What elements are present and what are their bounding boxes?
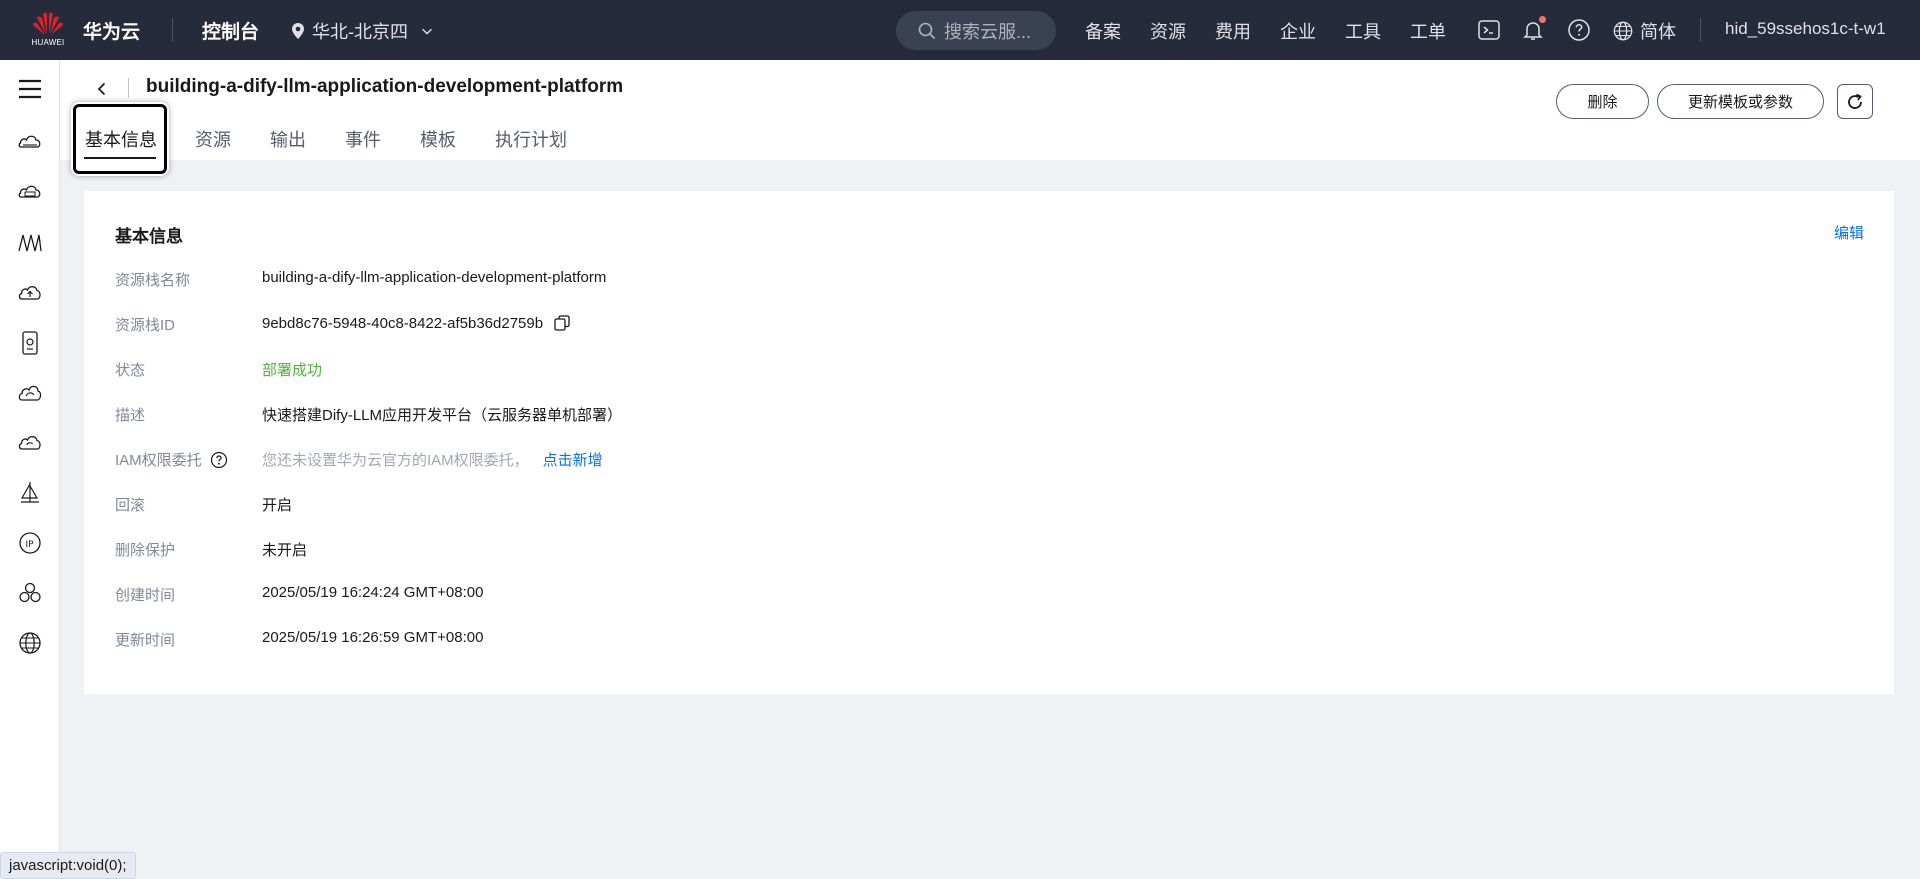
description-value: 快速搭建Dify-LLM应用开发平台（云服务器单机部署） (262, 407, 623, 424)
cloud-sync-icon[interactable] (16, 429, 44, 457)
console-link[interactable]: 控制台 (202, 17, 259, 44)
tab-template[interactable]: 模板 (420, 126, 456, 152)
info-label: 资源栈名称 (115, 272, 191, 289)
info-row-stack-name: 资源栈名称 building-a-dify-llm-application-de… (115, 269, 1815, 291)
menu-icon[interactable] (16, 75, 44, 103)
info-row-iam-delegation: IAM权限委托 您还未设置华为云官方的IAM权限委托， 点击新增 (115, 449, 1815, 471)
huawei-logo[interactable]: HUAWEI (30, 10, 66, 50)
info-row-updated-time: 更新时间 2025/05/19 16:26:59 GMT+08:00 (115, 629, 1815, 651)
edit-link[interactable]: 编辑 (1834, 222, 1864, 243)
add-delegation-link[interactable]: 点击新增 (543, 449, 603, 470)
refresh-button[interactable] (1837, 84, 1873, 119)
info-row-status: 状态 部署成功 (115, 359, 1815, 381)
service-sidebar: IP (0, 60, 60, 879)
language-label: 简体 (1640, 22, 1676, 42)
cloud-shell-icon[interactable] (1476, 17, 1502, 43)
logo-text: HUAWEI (31, 38, 65, 47)
info-label: 更新时间 (115, 632, 176, 649)
chevron-down-icon (422, 28, 432, 35)
region-selector[interactable]: 华北-北京四 (290, 18, 434, 44)
deletion-protection-value: 未开启 (262, 542, 308, 559)
globe-icon[interactable] (16, 629, 44, 657)
notification-dot (1539, 16, 1546, 23)
info-row-description: 描述 快速搭建Dify-LLM应用开发平台（云服务器单机部署） (115, 404, 1815, 426)
update-template-button[interactable]: 更新模板或参数 (1657, 84, 1824, 119)
update-button-label: 更新模板或参数 (1687, 94, 1793, 111)
back-icon[interactable] (90, 77, 114, 101)
search-placeholder: 搜索云服... (944, 21, 1032, 42)
huawei-petal-icon (33, 12, 63, 35)
region-label: 华北-北京四 (312, 22, 408, 42)
nav-billing[interactable]: 费用 (1215, 18, 1251, 44)
ip-icon[interactable]: IP (16, 529, 44, 557)
location-pin-icon (292, 23, 304, 39)
info-label: 回滚 (115, 497, 146, 514)
storage-icon[interactable] (16, 329, 44, 357)
stack-id-value: 9ebd8c76-5948-40c8-8422-af5b36d2759b (262, 314, 544, 332)
info-label: IAM权限委托 (115, 452, 202, 469)
status-url: javascript:void(0); (9, 857, 127, 874)
copy-icon[interactable] (553, 314, 571, 332)
server-box-icon[interactable] (16, 179, 44, 207)
nav-tools[interactable]: 工具 (1345, 18, 1381, 44)
info-row-deletion-protection: 删除保护 未开启 (115, 539, 1815, 561)
page-header: building-a-dify-llm-application-developm… (60, 60, 1920, 174)
info-row-rollback: 回滚 开启 (115, 494, 1815, 516)
search-box[interactable]: 搜索云服... (896, 11, 1056, 50)
nav-resources[interactable]: 资源 (1150, 18, 1186, 44)
card-title: 基本信息 (115, 227, 183, 246)
cloud-icon[interactable] (16, 379, 44, 407)
updated-time-value: 2025/05/19 16:26:59 GMT+08:00 (262, 629, 484, 646)
stack-id-value-wrap: 9ebd8c76-5948-40c8-8422-af5b36d2759b (262, 314, 571, 332)
info-label: 创建时间 (115, 587, 176, 604)
iam-delegation-notice: 您还未设置华为云官方的IAM权限委托， (262, 452, 529, 469)
delete-button[interactable]: 删除 (1556, 84, 1649, 119)
cloud-upload-icon[interactable] (16, 279, 44, 307)
network-icon[interactable] (16, 229, 44, 257)
nav-tickets[interactable]: 工单 (1410, 18, 1446, 44)
status-value: 部署成功 (262, 362, 323, 379)
page-title: building-a-dify-llm-application-developm… (146, 76, 624, 97)
created-time-value: 2025/05/19 16:24:24 GMT+08:00 (262, 584, 484, 601)
refresh-icon (1848, 93, 1862, 109)
nav-enterprise[interactable]: 企业 (1280, 18, 1316, 44)
tab-resources[interactable]: 资源 (195, 126, 231, 152)
nav-beian[interactable]: 备案 (1085, 18, 1121, 44)
header-divider (172, 18, 173, 42)
rollback-value: 开启 (262, 497, 293, 514)
header-divider (1700, 18, 1701, 42)
tab-execution-plans[interactable]: 执行计划 (495, 126, 567, 152)
search-icon (918, 22, 936, 39)
question-circle-icon[interactable] (210, 451, 228, 469)
cluster-icon[interactable] (16, 579, 44, 607)
delete-button-label: 删除 (1587, 94, 1618, 111)
title-divider (128, 78, 129, 98)
tab-basic-info[interactable]: 基本信息 (85, 126, 157, 152)
info-label: 资源栈ID (115, 317, 176, 334)
top-header: HUAWEI 华为云 控制台 华北-北京四 搜索云服... 备案 资源 费用 企… (0, 0, 1920, 60)
help-icon[interactable] (1566, 17, 1592, 43)
basic-info-card: 基本信息 编辑 资源栈名称 building-a-dify-llm-applic… (84, 191, 1894, 694)
globe-icon (1613, 21, 1633, 41)
iam-label-wrap: IAM权限委托 (115, 449, 228, 470)
iam-value-wrap: 您还未设置华为云官方的IAM权限委托， 点击新增 (262, 449, 603, 470)
notification-bell-icon[interactable] (1520, 16, 1546, 43)
language-selector[interactable]: 简体 (1612, 18, 1676, 44)
brand-name[interactable]: 华为云 (83, 17, 140, 44)
sail-icon[interactable] (16, 479, 44, 507)
tab-events[interactable]: 事件 (345, 126, 381, 152)
tab-outputs[interactable]: 输出 (270, 126, 306, 152)
browser-status-bar: javascript:void(0); (0, 852, 136, 879)
svg-text:IP: IP (26, 540, 35, 550)
info-row-created-time: 创建时间 2025/05/19 16:24:24 GMT+08:00 (115, 584, 1815, 606)
user-account[interactable]: hid_59ssehos1c-t-w1 (1725, 19, 1886, 39)
info-row-stack-id: 资源栈ID 9ebd8c76-5948-40c8-8422-af5b36d275… (115, 314, 1815, 336)
stack-name-value: building-a-dify-llm-application-developm… (262, 269, 607, 286)
info-label: 描述 (115, 407, 146, 424)
cloud-server-icon[interactable] (16, 129, 44, 157)
info-label: 删除保护 (115, 542, 176, 559)
info-label: 状态 (115, 362, 146, 379)
active-tab-underline (84, 157, 156, 159)
